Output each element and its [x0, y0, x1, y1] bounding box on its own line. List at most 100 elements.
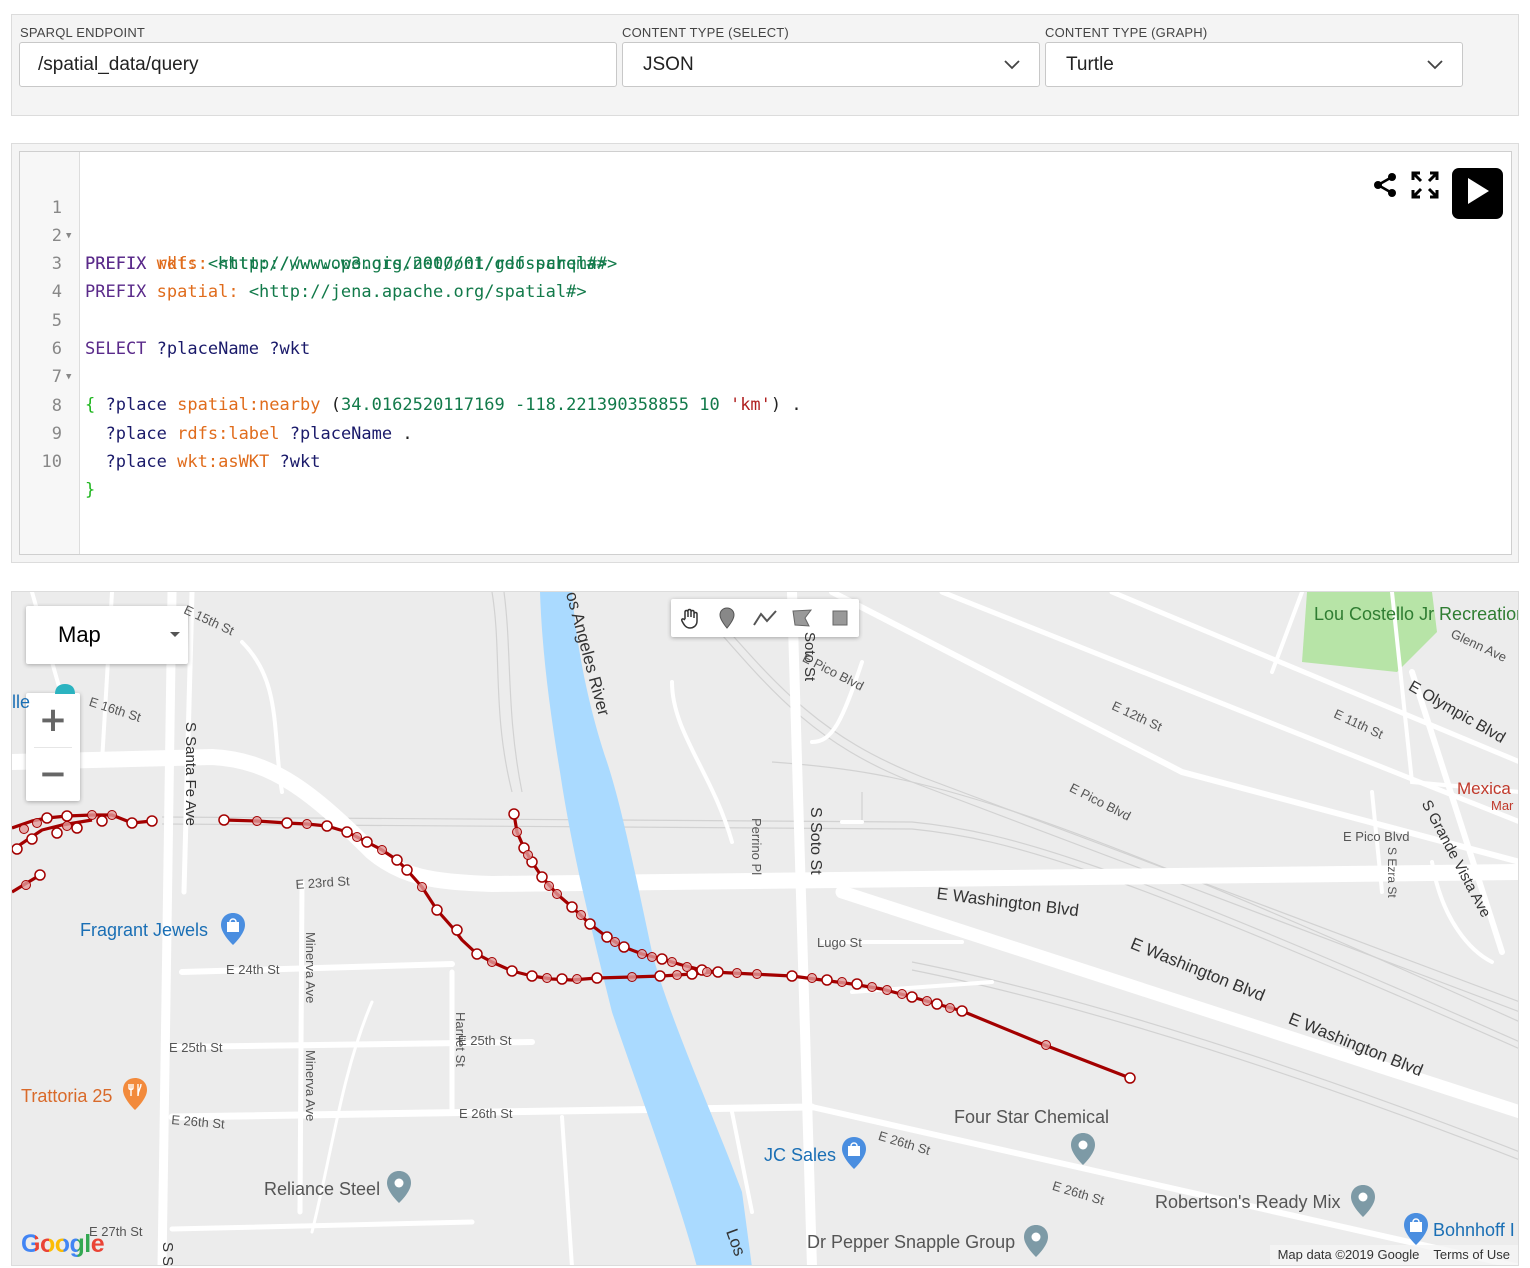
- content-type-graph-dropdown[interactable]: Turtle: [1045, 42, 1463, 87]
- route-midpoint: [752, 969, 762, 979]
- poi-fragrant-jewels[interactable]: Fragrant Jewels: [80, 920, 208, 941]
- route-vertex: [506, 965, 518, 977]
- street-label: Minerva Ave: [303, 1050, 318, 1122]
- marker-icon[interactable]: [708, 599, 745, 637]
- route-vertex: [34, 869, 46, 881]
- street-label: E Pico Blvd: [1343, 829, 1410, 844]
- place-pin-icon[interactable]: [386, 1170, 412, 1209]
- route-vertex: [1124, 1072, 1136, 1084]
- zoom-control: + −: [26, 693, 80, 801]
- route-vertex: [451, 924, 463, 936]
- route-midpoint: [897, 989, 907, 999]
- route-vertex: [321, 820, 333, 832]
- code-line: 7 ?place spatial:nearby (34.016252011716…: [20, 335, 1500, 415]
- attribution-text: Map data ©2019 Google: [1277, 1247, 1420, 1262]
- poi-robertsons[interactable]: Robertson's Ready Mix: [1155, 1192, 1341, 1213]
- fullscreen-icon[interactable]: [1411, 171, 1439, 204]
- route-midpoint: [107, 810, 117, 820]
- street-label: E 25th St: [458, 1033, 512, 1048]
- share-icon[interactable]: [1372, 172, 1398, 203]
- route-vertex: [821, 974, 833, 986]
- terms-link[interactable]: Terms of Use: [1433, 1247, 1510, 1262]
- route-midpoint: [837, 977, 847, 987]
- route-vertex: [96, 815, 108, 827]
- route-vertex: [931, 998, 943, 1010]
- subject: ?place: [105, 452, 167, 472]
- route-midpoint: [252, 816, 262, 826]
- route-vertex: [61, 810, 73, 822]
- run-query-button[interactable]: [1452, 168, 1503, 219]
- route-vertex: [656, 953, 668, 965]
- route-midpoint: [32, 818, 42, 828]
- route-midpoint: [672, 970, 682, 980]
- route-vertex: [341, 826, 353, 838]
- rectangle-icon[interactable]: [821, 599, 858, 637]
- route-vertex: [618, 941, 630, 953]
- route-vertex: [401, 864, 413, 876]
- hand-icon[interactable]: [671, 599, 708, 637]
- content-type-select-dropdown[interactable]: JSON: [622, 42, 1040, 87]
- poi-lou-costello[interactable]: Lou Costello Jr Recreation Center: [1314, 605, 1518, 624]
- map-view[interactable]: Map + − Lou Costello Jr Recreation Cente…: [11, 591, 1519, 1266]
- route-midpoint: [807, 973, 817, 983]
- map-type-dropdown[interactable]: Map: [26, 606, 188, 664]
- predicate: wkt:asWKT: [177, 452, 270, 472]
- poi-reliance-steel[interactable]: Reliance Steel: [264, 1179, 380, 1200]
- route-vertex: [281, 817, 293, 829]
- caret-down-icon: [170, 632, 180, 637]
- map-type-label: Map: [58, 622, 101, 647]
- route-vertex: [654, 970, 666, 982]
- poi-partial-left[interactable]: lle: [12, 692, 30, 713]
- code-line: 3 PREFIX spatial: <http://jena.apache.or…: [20, 222, 1500, 302]
- place-pin-icon[interactable]: [1070, 1132, 1096, 1171]
- route-midpoint: [637, 949, 647, 959]
- polyline-icon[interactable]: [746, 599, 783, 637]
- route-vertex: [526, 970, 538, 982]
- shopping-bag-icon[interactable]: [220, 912, 246, 951]
- route-midpoint: [552, 889, 562, 899]
- code-line: 1 ▼ PREFIX rdfs: <http://www.w3.org/2000…: [20, 166, 1500, 274]
- poi-mexica-sub: Mar: [1491, 798, 1514, 813]
- route-vertex: [508, 808, 520, 820]
- route-vertex: [71, 822, 83, 834]
- route-vertex: [584, 918, 596, 930]
- place-pin-icon[interactable]: [1350, 1184, 1376, 1223]
- route-midpoint: [542, 973, 552, 983]
- route-midpoint: [667, 957, 677, 967]
- street-label: E 24th St: [226, 962, 280, 977]
- shopping-bag-icon[interactable]: [841, 1136, 867, 1175]
- poi-marker-icon[interactable]: [54, 682, 76, 700]
- poi-label: Fragrant Jewels: [80, 920, 209, 940]
- route-midpoint: [882, 985, 892, 995]
- route-midpoint: [945, 1003, 955, 1013]
- route-vertex: [391, 854, 403, 866]
- google-logo[interactable]: Google: [21, 1230, 105, 1259]
- route-vertex: [361, 836, 373, 848]
- route-vertex: [536, 871, 548, 883]
- poi-label: Dr Pepper Snapple Group: [807, 1232, 1016, 1252]
- restaurant-icon[interactable]: [122, 1077, 148, 1116]
- poi-dr-pepper[interactable]: Dr Pepper Snapple Group: [807, 1232, 1015, 1253]
- route-midpoint: [922, 996, 932, 1006]
- route-midpoint: [732, 968, 742, 978]
- street-label: S Soto St: [807, 807, 824, 875]
- poi-trattoria[interactable]: Trattoria 25: [21, 1086, 112, 1107]
- poi-mexica[interactable]: Mexica: [1457, 779, 1511, 799]
- poi-jc-sales[interactable]: JC Sales: [764, 1145, 836, 1166]
- route-midpoint: [1041, 1040, 1051, 1050]
- route-midpoint: [627, 972, 637, 982]
- content-type-select-label: CONTENT TYPE (SELECT): [622, 25, 789, 40]
- route-midpoint: [512, 827, 522, 837]
- endpoint-input[interactable]: /spatial_data/query: [19, 42, 617, 87]
- street-label: E 26th St: [459, 1106, 513, 1121]
- sparql-editor[interactable]: 1 ▼ PREFIX rdfs: <http://www.w3.org/2000…: [19, 151, 1512, 555]
- poi-label: Trattoria 25: [21, 1086, 113, 1106]
- zoom-in-button[interactable]: +: [26, 693, 80, 747]
- query-config-panel: SPARQL ENDPOINT /spatial_data/query CONT…: [11, 14, 1519, 116]
- object: ?wkt: [279, 452, 321, 472]
- poi-bohnhoff[interactable]: Bohnhoff I: [1433, 1220, 1515, 1241]
- place-pin-icon[interactable]: [1023, 1224, 1049, 1263]
- drawing-toolbar: [671, 599, 859, 637]
- zoom-out-button[interactable]: −: [26, 747, 80, 801]
- poi-four-star-chemical[interactable]: Four Star Chemical: [954, 1107, 1109, 1128]
